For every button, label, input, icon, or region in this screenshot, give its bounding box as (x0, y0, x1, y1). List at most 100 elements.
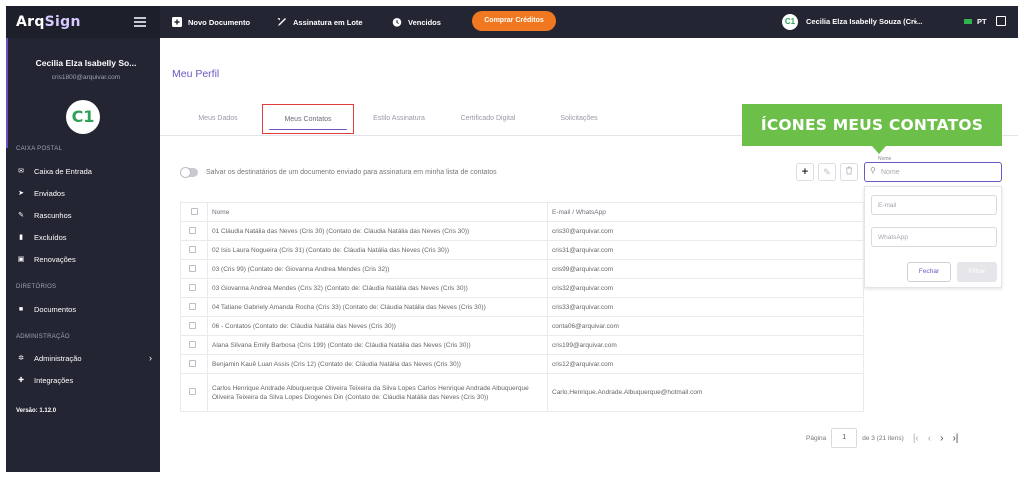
table-row[interactable]: 03 Giovanna Andrea Mendes (Cris 32) (Con… (180, 278, 864, 298)
row-checkbox[interactable] (188, 245, 196, 253)
hamburger-menu-icon[interactable] (134, 17, 146, 27)
contact-email: conta06@arquivar.com (547, 316, 864, 336)
page-number-input[interactable]: 1 (831, 428, 858, 448)
logout-icon[interactable] (996, 16, 1006, 26)
name-filter-label: Nome (876, 156, 894, 162)
tab-my-data[interactable]: Meus Dados (188, 104, 248, 134)
name-filter-field: ⚲ (864, 162, 1002, 182)
row-checkbox[interactable] (188, 359, 196, 367)
table-row[interactable]: Benjamin Kauê Luan Assis (Cris 12) (Cont… (180, 354, 864, 374)
delete-contact-button[interactable] (840, 163, 858, 181)
row-checkbox[interactable] (188, 340, 196, 348)
pencil-icon: ✎ (823, 167, 831, 177)
sidebar-item-deleted[interactable]: ▮ Excluídos (16, 229, 152, 245)
table-row[interactable]: 04 Tatiane Gabriely Amanda Rocha (Cris 3… (180, 297, 864, 317)
table-row[interactable]: Carlos Henrique Andrade Albuquerque Oliv… (180, 373, 864, 412)
batch-signature-button[interactable]: Assinatura em Lote (277, 14, 363, 30)
table-row[interactable]: 03 (Cris 99) (Contato de: Giovanna Andre… (180, 259, 864, 279)
column-header-name[interactable]: Nome (207, 202, 548, 222)
contact-name: 03 (Cris 99) (Contato de: Giovanna Andre… (207, 259, 548, 279)
first-page-icon[interactable]: |‹ (913, 433, 919, 444)
folder-icon: ■ (18, 305, 24, 313)
column-header-email[interactable]: E-mail / WhatsApp (547, 202, 864, 222)
new-document-button[interactable]: Novo Documento (172, 14, 250, 30)
contact-email: Carlo.Henrique.Andrade.Albuquerque@hotma… (547, 373, 864, 412)
tab-signature-style[interactable]: Estilo Assinatura (362, 104, 436, 134)
last-page-icon[interactable]: ›| (952, 433, 958, 444)
sidebar-item-drafts[interactable]: ✎ Rascunhos (16, 207, 152, 223)
save-recipients-toggle[interactable] (180, 166, 198, 178)
version-label: Versão: 1.12.0 (16, 408, 57, 414)
sidebar-item-documents[interactable]: ■ Documentos (16, 301, 152, 317)
apply-filter-button[interactable]: Filtrar (957, 262, 997, 282)
sidebar-item-label: Administração (34, 353, 82, 363)
row-checkbox[interactable] (188, 321, 196, 329)
callout-pointer (872, 146, 886, 154)
save-recipients-toggle-row: Salvar os destinatários de um documento … (180, 166, 497, 178)
contact-email: cris12@arquivar.com (547, 354, 864, 374)
section-directories: DIRETÓRIOS (16, 284, 57, 290)
table-row[interactable]: 06 - Contatos (Contato de: Cláudia Natál… (180, 316, 864, 336)
language-selector[interactable]: PT (964, 17, 987, 26)
brand-bar: ArqSign (6, 6, 160, 38)
search-icon: ⚲ (870, 166, 876, 175)
trash-icon: ▮ (19, 234, 23, 241)
tab-requests[interactable]: Solicitações (544, 104, 614, 134)
avatar[interactable]: C1 (66, 100, 100, 134)
flag-icon (964, 19, 972, 24)
table-row[interactable]: 01 Cláudia Natália das Neves (Cris 30) (… (180, 221, 864, 241)
next-page-icon[interactable]: › (940, 433, 943, 444)
row-checkbox[interactable] (188, 226, 196, 234)
app-window: ArqSign Cecilia Elza Isabelly So... cris… (0, 0, 1024, 492)
save-recipients-label: Salvar os destinatários de um documento … (206, 168, 497, 176)
close-filter-button[interactable]: Fechar (907, 262, 951, 282)
contact-email: cris33@arquivar.com (547, 297, 864, 317)
contacts-table: Nome E-mail / WhatsApp 01 Cláudia Natáli… (180, 202, 864, 412)
row-checkbox[interactable] (188, 283, 196, 291)
contact-name: 01 Cláudia Natália das Neves (Cris 30) (… (207, 221, 548, 241)
section-mailbox: CAIXA POSTAL (16, 146, 63, 152)
sidebar-item-integrations[interactable]: ✚ Integrações (16, 372, 152, 388)
row-checkbox[interactable] (188, 264, 196, 272)
user-avatar[interactable]: C1 (782, 14, 798, 30)
previous-page-icon[interactable]: ‹ (928, 433, 931, 444)
buy-credits-button[interactable]: Comprar Créditos (472, 11, 556, 31)
tab-my-contacts[interactable]: Meus Contatos (262, 104, 354, 134)
filter-panel: Fechar Filtrar (864, 186, 1002, 288)
add-contact-button[interactable]: + (796, 163, 814, 181)
contact-name: 02 Isis Laura Nogueira (Cris 31) (Contat… (207, 240, 548, 260)
contact-name: 03 Giovanna Andrea Mendes (Cris 32) (Con… (207, 278, 548, 298)
contact-email: cris199@arquivar.com (547, 335, 864, 355)
email-filter-input[interactable] (871, 195, 997, 215)
page-label: Página (806, 434, 827, 442)
plus-square-icon (172, 17, 182, 27)
chevron-down-icon[interactable]: ⌄ (912, 16, 919, 25)
sidebar-item-administration[interactable]: ✲ Administração › (16, 350, 152, 366)
whatsapp-filter-input[interactable] (871, 227, 997, 247)
contact-name: 06 - Contatos (Contato de: Cláudia Natál… (207, 316, 548, 336)
sidebar-item-sent[interactable]: ➤ Enviados (16, 185, 152, 201)
expired-button[interactable]: Vencidos (392, 14, 441, 30)
profile-box: Cecilia Elza Isabelly So... cris1800@arq… (6, 38, 160, 148)
select-all-cell (180, 202, 208, 222)
batch-signature-label: Assinatura em Lote (293, 17, 363, 27)
row-checkbox[interactable] (188, 302, 196, 310)
table-row[interactable]: 02 Isis Laura Nogueira (Cris 31) (Contat… (180, 240, 864, 260)
row-checkbox[interactable] (188, 388, 196, 395)
select-all-checkbox[interactable] (190, 207, 198, 215)
contact-email: cris30@arquivar.com (547, 221, 864, 241)
sidebar-item-inbox[interactable]: ✉ Caixa de Entrada (16, 163, 152, 179)
brand-logo[interactable]: ArqSign (16, 14, 81, 30)
brand-logo-suffix: Sign (44, 14, 81, 30)
contact-name: Benjamin Kauê Luan Assis (Cris 12) (Cont… (207, 354, 548, 374)
pagination: Página 1 de 3 (21 itens) |‹ ‹ › ›| (806, 428, 958, 448)
edit-contact-button[interactable]: ✎ (818, 163, 836, 181)
chevron-right-icon: › (149, 353, 152, 363)
profile-name: Cecilia Elza Isabelly So... (35, 58, 137, 68)
tab-digital-certificate[interactable]: Certificado Digital (448, 104, 528, 134)
user-menu-name[interactable]: Cecilia Elza Isabelly Souza (Cri... (806, 17, 922, 26)
name-filter-input[interactable] (881, 166, 991, 178)
table-row[interactable]: Alana Silvana Emily Barbosa (Cris 199) (… (180, 335, 864, 355)
sidebar-item-renewals[interactable]: ▣ Renovações (16, 251, 152, 267)
calendar-icon: ▣ (17, 256, 25, 263)
